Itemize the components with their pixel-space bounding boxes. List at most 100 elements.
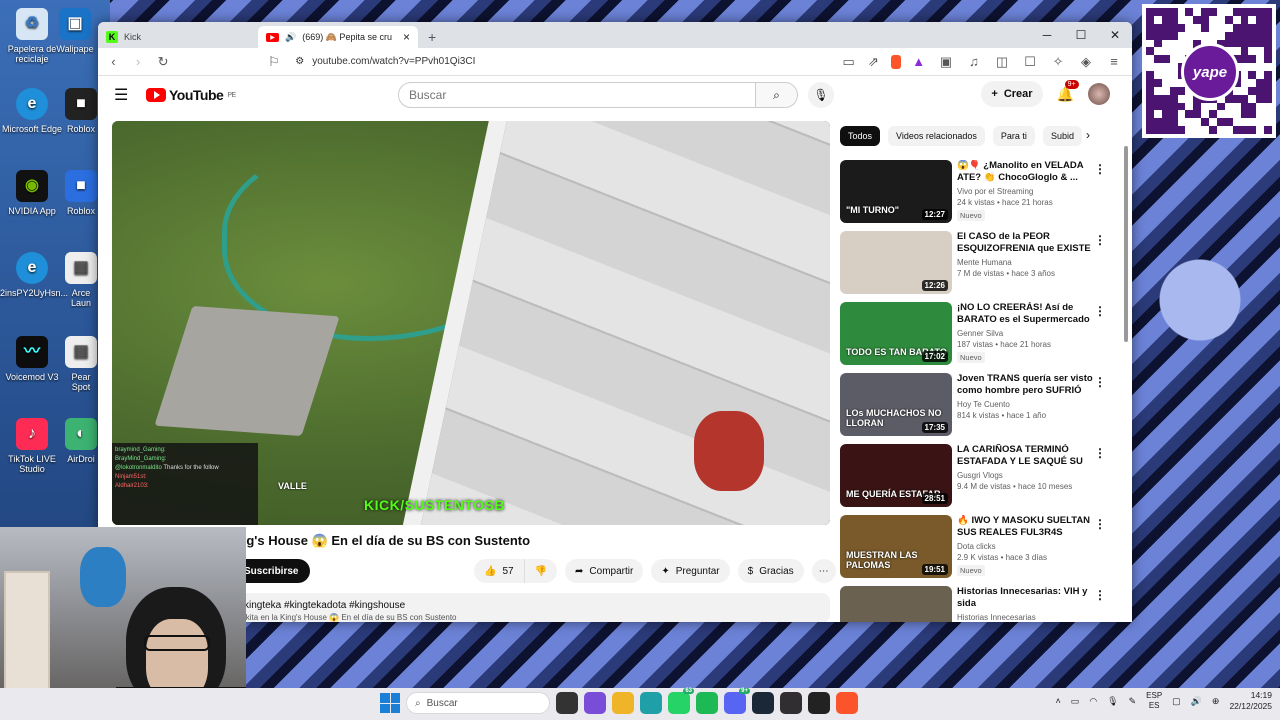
chevron-up-icon[interactable]: ˄ bbox=[1056, 696, 1061, 706]
windows-start-icon[interactable] bbox=[380, 693, 400, 713]
more-vert-icon[interactable]: ⋮ bbox=[1094, 233, 1106, 247]
video-thumbnail[interactable]: ME QUERÍA ESTAFAR 28:51 bbox=[840, 444, 952, 507]
whatsapp-icon[interactable]: 63 bbox=[668, 688, 694, 714]
battery-icon[interactable]: ▭ bbox=[1071, 696, 1080, 707]
close-tab-icon[interactable]: × bbox=[403, 30, 410, 44]
music-icon[interactable]: ♫ bbox=[964, 52, 984, 72]
chip-for-you[interactable]: Para ti bbox=[992, 126, 1035, 146]
recommendation-title[interactable]: Joven TRANS quería ser visto como hombre… bbox=[957, 373, 1093, 397]
more-vert-icon[interactable]: ⋮ bbox=[1094, 162, 1106, 176]
more-vert-icon[interactable]: ⋮ bbox=[1094, 588, 1106, 602]
recommendation-item[interactable]: Historias Innecesarias: VIH y sida Histor… bbox=[840, 586, 1110, 622]
recommendation-item[interactable]: LOs MUCHACHOS NO LLORAN 17:35 Joven TRANS … bbox=[840, 373, 1110, 444]
dislike-button[interactable]: 👎 bbox=[524, 559, 558, 583]
more-vert-icon[interactable]: ⋮ bbox=[1094, 375, 1106, 389]
chip-related[interactable]: Videos relacionados bbox=[888, 126, 985, 146]
steam-icon[interactable] bbox=[752, 692, 774, 714]
share-icon[interactable]: ⇗ bbox=[866, 52, 881, 72]
recommendation-item[interactable]: "MI TURNO" 12:27 😱🎈 ¿Manolito en VELADA AT… bbox=[840, 160, 1110, 231]
desktop-icon-roblox[interactable]: ■ Roblox bbox=[64, 88, 98, 134]
desktop-icon-voicemod[interactable]: 〰 Voicemod V3 bbox=[0, 336, 64, 382]
video-player[interactable]: braymind_Gaming: BrayMind_Gaming: @lokot… bbox=[112, 121, 830, 525]
brave-rewards-icon[interactable]: ▲ bbox=[911, 52, 926, 72]
desktop-icon-roblox-2[interactable]: ■ Roblox bbox=[64, 170, 98, 216]
copilot-icon[interactable] bbox=[584, 692, 606, 714]
brave-icon[interactable] bbox=[836, 692, 858, 714]
menu-icon[interactable]: ≡ bbox=[1104, 52, 1124, 72]
app-icon[interactable] bbox=[808, 692, 830, 714]
channel-name[interactable]: Mente Humana bbox=[957, 258, 1093, 267]
forward-icon[interactable]: › bbox=[131, 52, 146, 72]
recommendation-title[interactable]: ¡NO LO CREERÁS! Así de BARATO es el Supe… bbox=[957, 302, 1093, 326]
channel-name[interactable]: Gusgri Vlogs bbox=[957, 471, 1093, 480]
maximize-button[interactable]: ☐ bbox=[1064, 22, 1098, 48]
more-actions-button[interactable]: ⋯ bbox=[811, 559, 836, 583]
back-icon[interactable]: ‹ bbox=[106, 52, 121, 72]
mic-icon[interactable]: 🎙 bbox=[1107, 696, 1118, 707]
channel-name[interactable]: Historias Innecesarias bbox=[957, 613, 1093, 622]
chevron-right-icon[interactable]: › bbox=[1086, 128, 1090, 142]
vpn-icon[interactable]: ◈ bbox=[1076, 52, 1096, 72]
desktop-icon-shortcut[interactable]: e 2insPY2UyHsn... bbox=[0, 252, 68, 298]
minimize-button[interactable]: ─ bbox=[1030, 22, 1064, 48]
search-button[interactable]: ⌕ bbox=[756, 82, 798, 108]
ai-icon[interactable]: ✧ bbox=[1048, 52, 1068, 72]
wifi-icon[interactable]: ◠ bbox=[1089, 696, 1097, 707]
spotify-icon[interactable] bbox=[696, 692, 718, 714]
tab-kick[interactable]: K Kick bbox=[98, 26, 258, 48]
desktop-icon-edge[interactable]: e Microsoft Edge bbox=[0, 88, 64, 134]
wallet-icon[interactable]: ▣ bbox=[936, 52, 956, 72]
recommendation-title[interactable]: LA CARIÑOSA TERMINÓ ESTAFADA Y LE SAQUÉ … bbox=[957, 444, 1093, 468]
video-thumbnail[interactable]: 12:26 bbox=[840, 231, 952, 294]
thanks-button[interactable]: $ Gracias bbox=[737, 559, 804, 583]
scrollbar-thumb[interactable] bbox=[1124, 146, 1128, 342]
sidebar-icon[interactable]: ◫ bbox=[992, 52, 1012, 72]
desktop-icon-pear[interactable]: ▤ Pear Spot bbox=[64, 336, 98, 392]
speaker-icon[interactable]: 🔊 bbox=[1191, 696, 1202, 707]
clock[interactable]: 14:19 22/12/2025 bbox=[1229, 690, 1272, 712]
task-view-icon[interactable] bbox=[556, 692, 578, 714]
discord-icon[interactable]: 9+ bbox=[724, 688, 750, 714]
video-thumbnail[interactable]: TODO ES TAN BARATO 17:02 bbox=[840, 302, 952, 365]
tab-youtube[interactable]: ▶ 🔊 (669) 🙈 Pepita se cruza con × bbox=[258, 26, 418, 48]
channel-name[interactable]: Genner Silva bbox=[957, 329, 1093, 338]
network-icon[interactable]: ⊕ bbox=[1212, 696, 1220, 707]
pen-icon[interactable]: ✎ bbox=[1129, 696, 1137, 707]
monitor-icon[interactable]: ▢ bbox=[1172, 696, 1181, 707]
cast-icon[interactable]: ▭ bbox=[841, 52, 856, 72]
hamburger-menu-icon[interactable]: ☰ bbox=[114, 85, 138, 105]
site-info-icon[interactable]: ⚙ bbox=[295, 56, 304, 67]
edge-icon[interactable] bbox=[640, 692, 662, 714]
more-vert-icon[interactable]: ⋮ bbox=[1094, 517, 1106, 531]
channel-name[interactable]: Dota clicks bbox=[957, 542, 1093, 551]
chip-all[interactable]: Todos bbox=[840, 126, 881, 146]
ask-button[interactable]: ✦ Preguntar bbox=[651, 559, 730, 583]
share-button[interactable]: ➦ Compartir bbox=[565, 559, 644, 583]
recommendation-title[interactable]: 🔥 IWO Y MASOKU SUELTAN SUS REALES FUL3R4… bbox=[957, 515, 1093, 539]
recommendation-item[interactable]: ME QUERÍA ESTAFAR 28:51 LA CARIÑOSA TERMIN… bbox=[840, 444, 1110, 515]
recommendation-item[interactable]: TODO ES TAN BARATO 17:02 ¡NO LO CREERÁS! A… bbox=[840, 302, 1110, 373]
extensions-icon[interactable]: ☐ bbox=[1020, 52, 1040, 72]
recommendation-title[interactable]: 😱🎈 ¿Manolito en VELADA ATE? 👏 ChocoGlogl… bbox=[957, 160, 1093, 184]
scrollbar[interactable] bbox=[1124, 140, 1130, 622]
video-thumbnail[interactable] bbox=[840, 586, 952, 622]
desktop-icon-wallpaper[interactable]: ▣ Walipape bbox=[52, 8, 98, 54]
taskbar-search[interactable]: ⌕ Buscar bbox=[406, 692, 550, 714]
desktop-icon-nvidia[interactable]: ◉ NVIDIA App bbox=[0, 170, 64, 216]
like-button[interactable]: 👍 57 bbox=[474, 559, 525, 583]
reload-icon[interactable]: ↻ bbox=[156, 52, 171, 72]
file-explorer-icon[interactable] bbox=[612, 692, 634, 714]
avatar[interactable] bbox=[1088, 83, 1110, 105]
obs-icon[interactable] bbox=[780, 692, 802, 714]
video-thumbnail[interactable]: MUESTRAN LAS PALOMAS 19:51 bbox=[840, 515, 952, 578]
more-vert-icon[interactable]: ⋮ bbox=[1094, 304, 1106, 318]
video-thumbnail[interactable]: LOs MUCHACHOS NO LLORAN 17:35 bbox=[840, 373, 952, 436]
recommendation-item[interactable]: 12:26 El CASO de la PEOR ESQUIZOFRENIA qu… bbox=[840, 231, 1110, 302]
language-indicator[interactable]: ESP ES bbox=[1146, 691, 1162, 711]
notifications-button[interactable]: 🔔 9+ bbox=[1057, 79, 1079, 103]
channel-name[interactable]: Hoy Te Cuento bbox=[957, 400, 1093, 409]
voice-search-button[interactable]: 🎙 bbox=[808, 82, 834, 108]
chip-uploaded[interactable]: Subid bbox=[1042, 126, 1082, 146]
desktop-icon-tiktok[interactable]: ♪ TikTok LIVE Studio bbox=[0, 418, 64, 474]
recommendation-title[interactable]: Historias Innecesarias: VIH y sida bbox=[957, 586, 1093, 610]
